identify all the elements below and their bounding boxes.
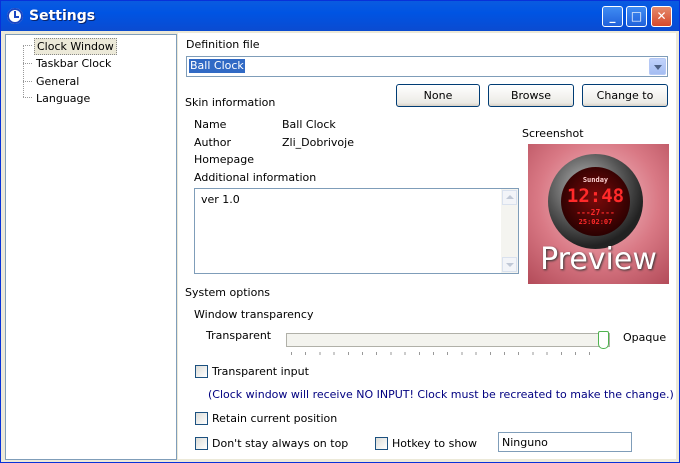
tree-connector [23, 45, 25, 97]
window-transparency-label: Window transparency [194, 308, 314, 321]
transparency-slider-thumb[interactable] [598, 331, 609, 349]
opaque-label: Opaque [623, 331, 667, 344]
preview-caption: Preview [540, 242, 657, 277]
title-bar[interactable]: Settings _ □ ✕ [1, 1, 679, 31]
window-title: Settings [29, 8, 96, 24]
additional-info-label: Additional information [194, 171, 317, 184]
minimize-button[interactable]: _ [602, 6, 623, 27]
skin-information-heading: Skin information [185, 96, 276, 109]
retain-position-checkbox[interactable] [195, 412, 208, 425]
slider-ticks [291, 352, 603, 355]
scroll-up-icon[interactable] [502, 190, 517, 205]
maximize-button[interactable]: □ [626, 6, 647, 27]
sidebar-tree: Clock Window Taskbar Clock General Langu… [5, 34, 177, 460]
retain-position-label[interactable]: Retain current position [212, 412, 337, 425]
maximize-icon: □ [630, 9, 643, 23]
transparent-input-note: (Clock window will receive NO INPUT! Clo… [208, 388, 674, 401]
dont-stay-on-top-label[interactable]: Don't stay always on top [212, 437, 348, 450]
close-button[interactable]: ✕ [651, 6, 672, 27]
hotkey-input[interactable]: Ninguno [498, 432, 632, 452]
author-value: Zli_Dobrivoje [282, 136, 354, 149]
definition-file-label: Definition file [186, 38, 260, 51]
transparent-input-checkbox[interactable] [195, 365, 208, 378]
scroll-down-icon[interactable] [502, 257, 517, 272]
author-label: Author [194, 136, 232, 149]
tree-connector [23, 97, 32, 98]
hotkey-value: Ninguno [502, 436, 548, 449]
transparent-input-label[interactable]: Transparent input [212, 365, 309, 378]
skin-preview-image: Sunday 12:48 ---27--- 25:02:07 Preview [528, 144, 669, 284]
additional-info-text: ver 1.0 [201, 193, 240, 206]
vertical-scrollbar[interactable] [501, 189, 518, 273]
transparent-label: Transparent [206, 329, 272, 342]
ball-clock-graphic: Sunday 12:48 ---27--- 25:02:07 [548, 154, 643, 249]
sidebar-item-taskbar-clock[interactable]: Taskbar Clock [34, 56, 113, 71]
system-options-heading: System options [185, 286, 271, 299]
change-to-button[interactable]: Change to [582, 84, 668, 107]
tree-connector [23, 81, 32, 82]
homepage-label: Homepage [194, 153, 254, 166]
close-icon: ✕ [656, 9, 667, 23]
name-value: Ball Clock [282, 118, 336, 131]
minimize-icon: _ [609, 9, 616, 23]
preview-date: ---27--- [576, 208, 615, 217]
name-label: Name [194, 118, 227, 131]
sidebar-item-clock-window[interactable]: Clock Window [34, 38, 117, 55]
browse-button[interactable]: Browse [488, 84, 574, 107]
definition-file-value: Ball Clock [189, 59, 245, 73]
sidebar-item-general[interactable]: General [34, 74, 81, 89]
screenshot-label: Screenshot [522, 127, 584, 140]
hotkey-label[interactable]: Hotkey to show [392, 437, 477, 450]
chevron-down-icon[interactable] [649, 58, 666, 75]
none-button[interactable]: None [396, 84, 480, 107]
clock-icon [7, 8, 23, 24]
hotkey-checkbox[interactable] [375, 437, 388, 450]
preview-day: Sunday [582, 176, 609, 184]
preview-time: 12:48 [566, 185, 625, 207]
definition-file-combo[interactable]: Ball Clock [186, 56, 668, 77]
sidebar-item-language[interactable]: Language [34, 91, 92, 106]
dont-stay-on-top-checkbox[interactable] [195, 437, 208, 450]
clock-face: Sunday 12:48 ---27--- 25:02:07 [561, 167, 630, 236]
additional-info-textarea[interactable]: ver 1.0 [194, 188, 519, 274]
tree-connector [23, 45, 32, 46]
transparency-slider-track[interactable] [286, 333, 610, 347]
tree-connector [23, 63, 32, 64]
preview-seconds: 25:02:07 [578, 218, 613, 226]
